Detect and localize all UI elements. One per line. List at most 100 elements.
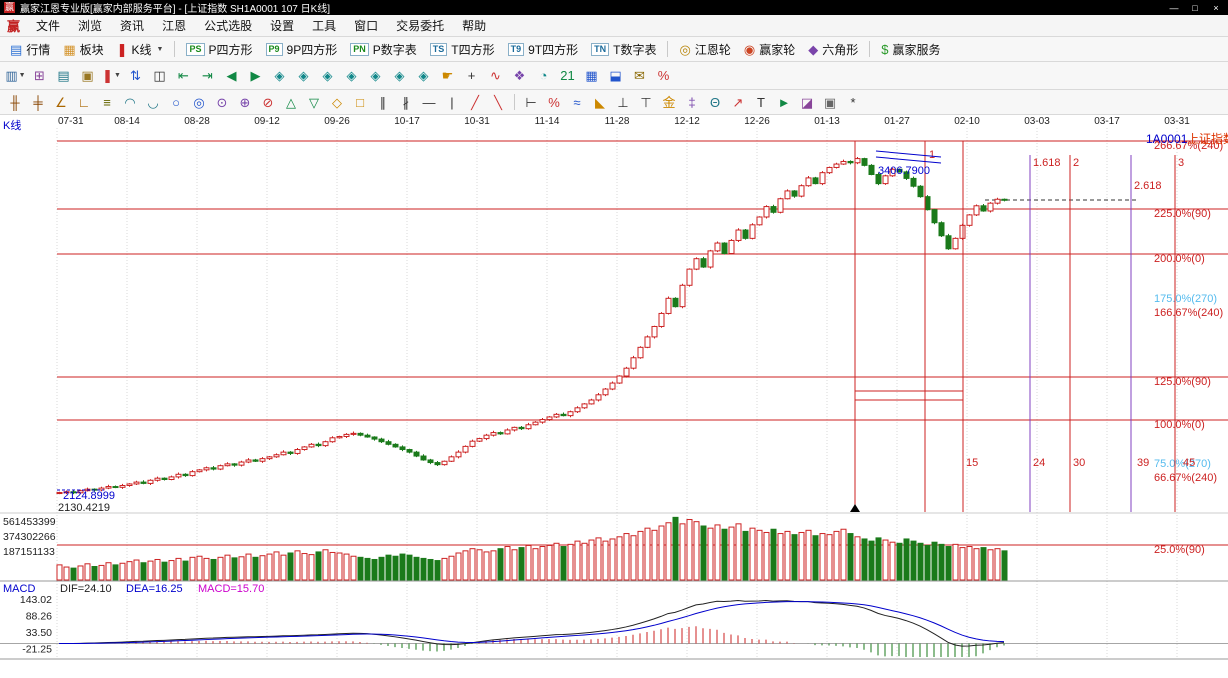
menu-tools[interactable]: 工具 <box>303 15 345 36</box>
toolbar-channel-tool[interactable]: ∦ <box>395 93 417 112</box>
toolbar-diamond-tool-6[interactable]: ◈ <box>388 65 411 86</box>
toolbar-gann-wheel[interactable]: ◎江恩轮 <box>673 40 736 59</box>
toolbar-mail[interactable]: ✉ <box>628 65 651 86</box>
toolbar-triangle-tool[interactable]: △ <box>280 93 302 112</box>
toolbar-diamond-tool-4[interactable]: ◈ <box>340 65 363 86</box>
text-note-tool-icon: T <box>757 96 765 109</box>
toolbar-hline-tool[interactable]: — <box>418 93 440 112</box>
close-button[interactable]: × <box>1208 3 1224 13</box>
toolbar-concentric-circle-tool[interactable]: ◎ <box>188 93 210 112</box>
toolbar-percent[interactable]: % <box>652 65 675 86</box>
toolbar-9p-square[interactable]: P99P四方形 <box>260 40 344 59</box>
toolbar-price-ruler-tool[interactable]: ⊥ <box>612 93 634 112</box>
toolbar-info-board[interactable]: ▤ <box>52 65 75 86</box>
toolbar-purple-gann-tool[interactable]: ‡ <box>681 93 703 112</box>
toolbar-inv-triangle-tool[interactable]: ▽ <box>303 93 325 112</box>
toolbar-arrow-mark-tool[interactable]: ↗ <box>727 93 749 112</box>
toolbar-parallel-line-tool[interactable]: ∥ <box>372 93 394 112</box>
svg-text:10-17: 10-17 <box>394 116 420 127</box>
toolbar-kline-style[interactable]: ❚▼ <box>100 65 123 86</box>
falling-line-tool-icon: ╲ <box>494 96 502 109</box>
toolbar-diamond-tool-3[interactable]: ◈ <box>316 65 339 86</box>
toolbar-gann-grid-tool[interactable]: ╫ <box>4 93 26 112</box>
toolbar-p-table[interactable]: PNP数字表 <box>344 40 423 59</box>
toolbar-diamond-tool-7[interactable]: ◈ <box>412 65 435 86</box>
toolbar-angle-45-tool[interactable]: ∟ <box>73 93 95 112</box>
toolbar-rising-line-tool[interactable]: ╱ <box>464 93 486 112</box>
toolbar-diamond-tool-2[interactable]: ◈ <box>292 65 315 86</box>
toolbar-cross-circle-tool[interactable]: ⊕ <box>234 93 256 112</box>
percent-line-tool-icon: ≡ <box>103 96 111 109</box>
toolbar-hexagon[interactable]: ◆六角形 <box>802 40 864 59</box>
toolbar-quotes[interactable]: ▤行情 <box>4 40 56 59</box>
toolbar-gold-tool[interactable]: 金 <box>658 93 680 112</box>
toolbar-winner-service[interactable]: $赢家服务 <box>875 40 946 59</box>
toolbar-percent-line-tool[interactable]: ≡ <box>96 93 118 112</box>
toolbar-vline-tool[interactable]: | <box>441 93 463 112</box>
toolbar-eraser-tool[interactable]: ◪ <box>796 93 818 112</box>
toolbar-diamond-tool-5[interactable]: ◈ <box>364 65 387 86</box>
menu-browse[interactable]: 浏览 <box>69 15 111 36</box>
toolbar-wave-tool[interactable]: ∿ <box>484 65 507 86</box>
toolbar-prev-page[interactable]: ◀ <box>220 65 243 86</box>
toolbar-arc-down-tool[interactable]: ◡ <box>142 93 164 112</box>
toolbar-page-grid[interactable]: ⊞ <box>28 65 51 86</box>
toolbar-kline[interactable]: ❚K线▼ <box>111 40 170 59</box>
toolbar-last-page[interactable]: ⇥ <box>196 65 219 86</box>
toolbar-t-square[interactable]: TST四方形 <box>424 40 501 59</box>
toolbar-hand-tool[interactable]: ☛ <box>436 65 459 86</box>
toolbar-tool-settings[interactable]: * <box>842 93 864 112</box>
menu-formula-stock[interactable]: 公式选股 <box>195 15 261 36</box>
menu-file[interactable]: 文件 <box>27 15 69 36</box>
updown-scale-icon: ⇅ <box>130 69 141 82</box>
toolbar-lock-tool[interactable]: ▣ <box>819 93 841 112</box>
toolbar-view-layout[interactable]: ▥▼ <box>4 65 27 86</box>
toolbar-slash-circle-tool[interactable]: ⊘ <box>257 93 279 112</box>
toolbar-time-ruler-tool[interactable]: ⊤ <box>635 93 657 112</box>
menu-window[interactable]: 窗口 <box>345 15 387 36</box>
svg-text:MACD: MACD <box>3 583 35 595</box>
toolbar-t-table[interactable]: TNT数字表 <box>585 40 662 59</box>
svg-text:200.0%(0): 200.0%(0) <box>1154 253 1205 265</box>
menu-settings[interactable]: 设置 <box>261 15 303 36</box>
toolbar-gann-fan-tool[interactable]: ∠ <box>50 93 72 112</box>
toolbar-first-page[interactable]: ⇤ <box>172 65 195 86</box>
toolbar-flag-tool[interactable]: ► <box>773 93 795 112</box>
toolbar-cycle-tool[interactable]: Θ <box>704 93 726 112</box>
toolbar-winner-wheel[interactable]: ◉赢家轮 <box>738 40 801 59</box>
toolbar-diamond-tool-1[interactable]: ◈ <box>268 65 291 86</box>
toolbar-percent-measure-tool[interactable]: % <box>543 93 565 112</box>
toolbar-square-shape-tool[interactable]: □ <box>349 93 371 112</box>
toolbar-falling-line-tool[interactable]: ╲ <box>487 93 509 112</box>
toolbar-dot-circle-tool[interactable]: ⊙ <box>211 93 233 112</box>
toolbar-wave-count-tool[interactable]: ≈ <box>566 93 588 112</box>
toolbar-diamond-shape-tool[interactable]: ◇ <box>326 93 348 112</box>
toolbar-arc-up-tool[interactable]: ◠ <box>119 93 141 112</box>
toolbar-crosshair-tool[interactable]: + <box>460 65 483 86</box>
toolbar-sectors[interactable]: ▦板块 <box>57 40 109 59</box>
maximize-button[interactable]: □ <box>1187 3 1203 13</box>
toolbar-9t-square[interactable]: T99T四方形 <box>502 40 585 59</box>
toolbar-p-square[interactable]: PSP四方形 <box>180 40 258 59</box>
menu-trade-entrust[interactable]: 交易委托 <box>387 15 453 36</box>
svg-text:01-13: 01-13 <box>814 116 840 127</box>
toolbar-next-page[interactable]: ▶ <box>244 65 267 86</box>
toolbar-panel-stack[interactable]: ▦ <box>580 65 603 86</box>
toolbar-gann-box-tool[interactable]: ❖ <box>508 65 531 86</box>
menu-help[interactable]: 帮助 <box>453 15 495 36</box>
toolbar-circle-tool[interactable]: ○ <box>165 93 187 112</box>
toolbar-measure-tool[interactable]: ⊢ <box>520 93 542 112</box>
toolbar-note-pad[interactable]: ▣ <box>76 65 99 86</box>
toolbar-golden-section-tool[interactable]: ◣ <box>589 93 611 112</box>
menu-news[interactable]: 资讯 <box>111 15 153 36</box>
toolbar-calendar-21[interactable]: 21 <box>556 65 579 86</box>
minimize-button[interactable]: — <box>1166 3 1182 13</box>
menu-gann[interactable]: 江恩 <box>153 15 195 36</box>
toolbar-gann-line-tool[interactable]: ╪ <box>27 93 49 112</box>
next-page-icon: ▶ <box>251 69 261 82</box>
toolbar-text-note-tool[interactable]: T <box>750 93 772 112</box>
toolbar-spiral-tool[interactable]: ◔ <box>532 65 555 86</box>
toolbar-updown-scale[interactable]: ⇅ <box>124 65 147 86</box>
toolbar-save-disk[interactable]: ⬓ <box>604 65 627 86</box>
toolbar-split-window[interactable]: ◫ <box>148 65 171 86</box>
